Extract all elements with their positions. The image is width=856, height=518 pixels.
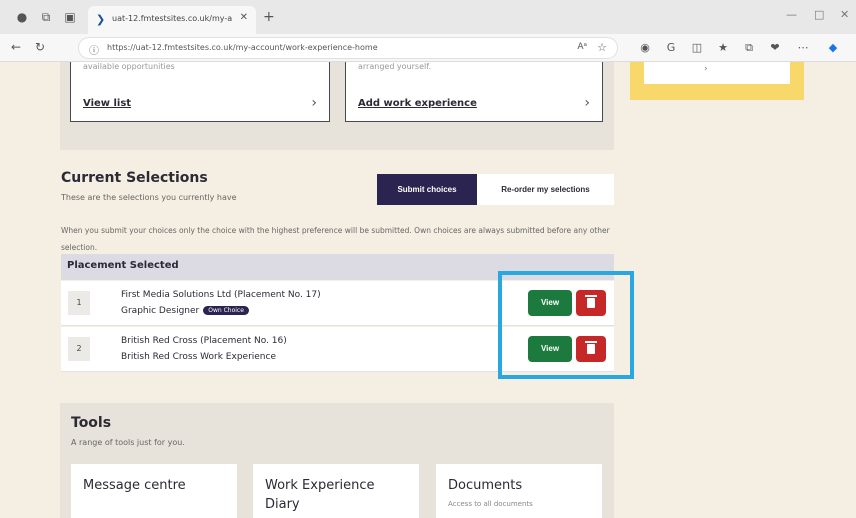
maximize-icon[interactable]: □ (814, 8, 824, 21)
split-screen-icon[interactable]: ◫ (690, 41, 704, 54)
tab-close-icon[interactable]: ✕ (240, 12, 248, 23)
profile-icon[interactable]: ● (14, 9, 30, 25)
own-choice-badge: Own Choice (203, 306, 249, 315)
add-work-experience-card[interactable]: arranged yourself. Add work experience › (345, 62, 603, 122)
collections-icon[interactable]: ⧉ (742, 41, 756, 55)
work-experience-diary-card[interactable]: Work Experience Diary (253, 464, 419, 518)
extension-icon[interactable]: ◉ (638, 41, 652, 54)
table-header-label: Placement Selected (67, 260, 179, 271)
new-tab-icon[interactable]: + (263, 9, 275, 25)
placement-role-text: Graphic Designer (121, 306, 200, 316)
browser-nav-bar: ← ↻ ⓘ https://uat-12.fmtestsites.co.uk/m… (0, 34, 856, 62)
placement-name: First Media Solutions Ltd (Placement No.… (121, 290, 321, 300)
card-description: available opportunities (83, 62, 175, 71)
site-info-icon[interactable]: ⓘ (89, 42, 99, 57)
submit-choices-button[interactable]: Submit choices (377, 174, 477, 205)
card-description: arranged yourself. (358, 62, 432, 71)
close-window-icon[interactable]: ✕ (840, 8, 849, 21)
reorder-selections-button[interactable]: Re-order my selections (477, 174, 614, 205)
sidebar-card-inner[interactable]: › (644, 62, 790, 84)
chevron-icon: › (704, 64, 708, 74)
refresh-icon[interactable]: ↻ (32, 40, 48, 54)
chevron-right-icon: › (311, 95, 317, 111)
more-options-icon[interactable]: ⋯ (796, 41, 810, 54)
tab-actions-icon[interactable]: ▣ (62, 9, 78, 25)
placement-role: Graphic Designer Own Choice (121, 306, 249, 316)
minimize-icon[interactable]: — (786, 8, 797, 21)
tool-card-title: Documents (448, 478, 523, 493)
browser-tab[interactable]: ❯ uat-12.fmtestsites.co.uk/my-acco ✕ (88, 6, 256, 34)
placement-name: British Red Cross (Placement No. 16) (121, 336, 287, 346)
address-url: https://uat-12.fmtestsites.co.uk/my-acco… (107, 43, 378, 52)
read-aloud-icon[interactable]: Aᵃ (577, 42, 587, 52)
row-number: 2 (68, 337, 90, 361)
tools-title: Tools (71, 415, 112, 431)
address-bar[interactable]: ⓘ https://uat-12.fmtestsites.co.uk/my-ac… (78, 37, 618, 59)
favorite-star-icon[interactable]: ☆ (597, 41, 607, 54)
placement-role: British Red Cross Work Experience (121, 352, 276, 362)
site-favicon-icon: ❯ (96, 13, 106, 26)
message-centre-card[interactable]: Message centre (71, 464, 237, 518)
copilot-icon[interactable]: ◆ (826, 41, 840, 54)
row-number: 1 (68, 291, 90, 315)
browser-tab-bar: ● ⧉ ▣ ❯ uat-12.fmtestsites.co.uk/my-acco… (0, 0, 856, 34)
documents-card[interactable]: Documents Access to all documents (436, 464, 602, 518)
extension-g-icon[interactable]: G (664, 41, 678, 54)
browser-essentials-icon[interactable]: ❤ (768, 41, 782, 54)
submission-note: When you submit your choices only the ch… (61, 226, 610, 252)
view-list-link[interactable]: View list (83, 98, 131, 109)
back-icon[interactable]: ← (8, 40, 24, 54)
tab-title: uat-12.fmtestsites.co.uk/my-acco (112, 14, 232, 23)
tools-subtitle: A range of tools just for you. (71, 438, 185, 447)
tool-card-description: Access to all documents (448, 500, 533, 508)
add-work-experience-link[interactable]: Add work experience (358, 98, 477, 109)
chevron-right-icon: › (584, 95, 590, 111)
current-selections-subtitle: These are the selections you currently h… (61, 193, 237, 202)
tool-card-title: Work Experience Diary (265, 478, 375, 512)
action-buttons-highlight (498, 271, 634, 379)
current-selections-title: Current Selections (61, 170, 208, 186)
favorites-icon[interactable]: ★ (716, 41, 730, 54)
tool-card-title: Message centre (83, 478, 186, 493)
workspaces-icon[interactable]: ⧉ (38, 9, 54, 25)
sidebar-yellow-card: › (630, 62, 804, 100)
view-list-card[interactable]: available opportunities View list › (70, 62, 330, 122)
